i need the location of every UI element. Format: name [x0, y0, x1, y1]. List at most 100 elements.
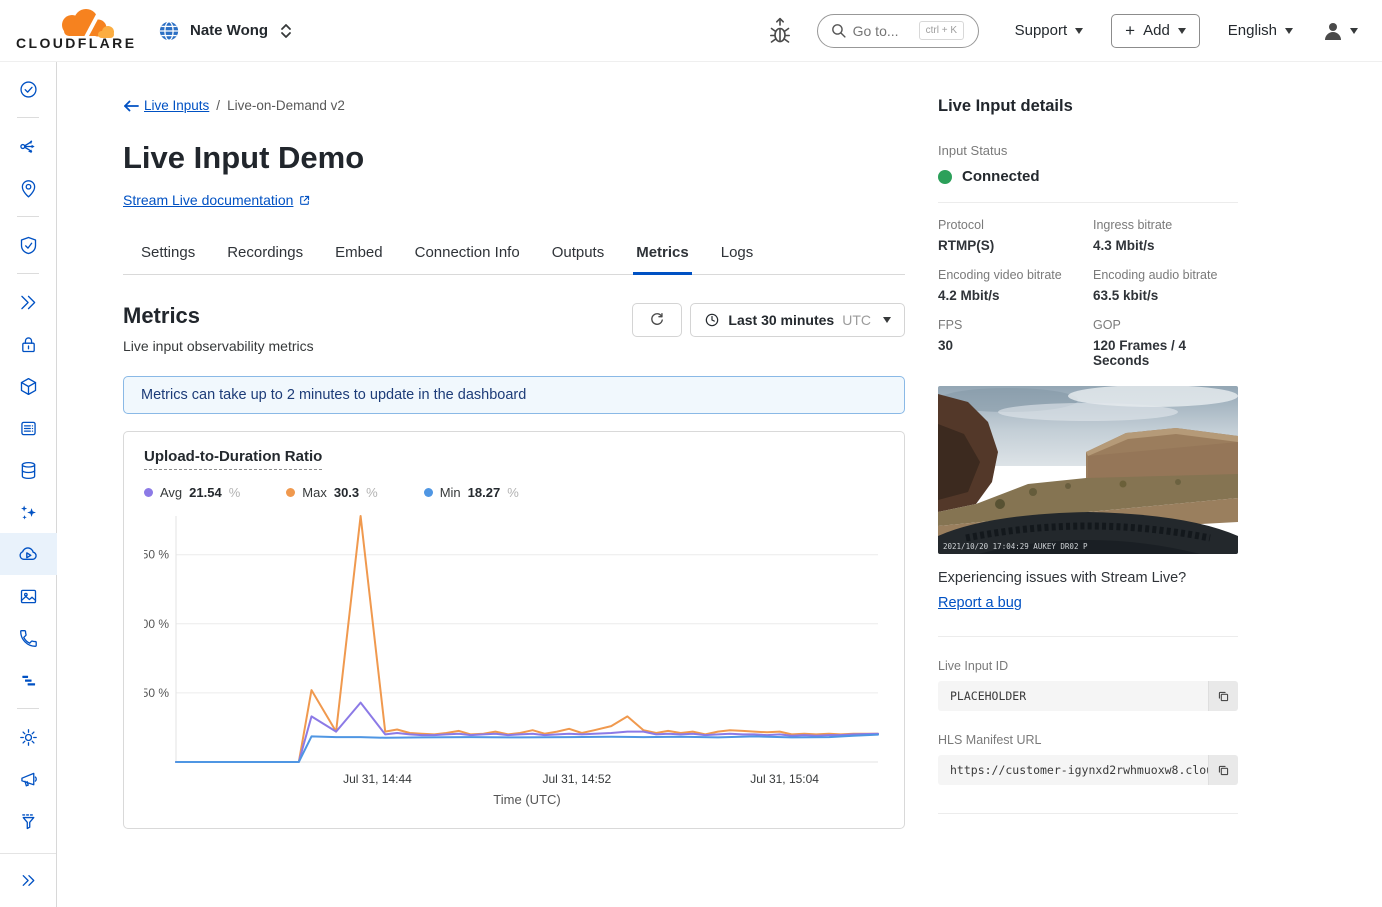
sidebar-item-ssl-lock[interactable]: [0, 323, 57, 365]
copy-icon: [1216, 763, 1231, 778]
clock-icon: [704, 312, 720, 328]
sidebar-divider: [17, 273, 39, 274]
legend-value: 18.27: [468, 485, 501, 500]
sidebar-item-announcements[interactable]: [0, 758, 57, 800]
detail-value: 4.2 Mbit/s: [938, 288, 1083, 303]
stream-docs-link[interactable]: Stream Live documentation: [123, 192, 311, 208]
details-heading: Live Input details: [938, 97, 1238, 116]
detail-label: Encoding video bitrate: [938, 268, 1083, 282]
brand-wordmark: CLOUDFLARE: [16, 35, 136, 51]
refresh-button[interactable]: [632, 303, 682, 337]
copy-input-id-button[interactable]: [1208, 681, 1238, 711]
input-status-label: Input Status: [938, 143, 1238, 158]
sidebar-item-security-shield[interactable]: [0, 224, 57, 266]
time-range-label: Last 30 minutes: [728, 312, 834, 328]
upload-ratio-line-chart[interactable]: 50 %100 %150 %Jul 31, 14:44Jul 31, 14:52…: [144, 508, 886, 810]
tab-embed[interactable]: Embed: [319, 234, 399, 274]
user-menu[interactable]: [1321, 19, 1358, 43]
sidebar-item-server-stack[interactable]: [0, 407, 57, 449]
status-dot: [938, 170, 952, 184]
sidebar-item-speed[interactable]: [0, 281, 57, 323]
legend-unit: %: [507, 485, 519, 500]
legend-item-max[interactable]: Max 30.3 %: [286, 485, 377, 500]
copy-hls-button[interactable]: [1208, 755, 1238, 785]
live-input-details-panel: Live Input details Input Status Connecte…: [938, 62, 1238, 814]
live-preview-thumbnail[interactable]: 2021/10/20 17:04:29 AUKEY DR02 P: [938, 386, 1238, 554]
tab-settings[interactable]: Settings: [125, 234, 211, 274]
top-bar: CLOUDFLARE Nate Wong ctrl +: [0, 0, 1382, 62]
external-link-icon: [298, 194, 311, 207]
sidebar-item-funnel[interactable]: [0, 800, 57, 842]
legend-dot-min: [424, 488, 433, 497]
account-switcher[interactable]: Nate Wong: [158, 20, 294, 42]
status-value: Connected: [962, 168, 1040, 185]
bug-icon: [767, 16, 793, 46]
detail-audio-bitrate: Encoding audio bitrate 63.5 kbit/s: [1093, 268, 1238, 303]
tab-logs[interactable]: Logs: [705, 234, 770, 274]
page-title: Live Input Demo: [123, 140, 905, 176]
sidebar-item-queues-bars[interactable]: [0, 659, 57, 701]
sidebar-item-workers-cube[interactable]: [0, 365, 57, 407]
sort-chevrons-icon: [278, 22, 294, 40]
detail-label: Protocol: [938, 218, 1083, 232]
report-bug-button[interactable]: [767, 16, 793, 46]
legend-value: 30.3: [334, 485, 359, 500]
search-input[interactable]: [853, 23, 913, 39]
sidebar-item-traffic[interactable]: [0, 125, 57, 167]
legend-item-min[interactable]: Min 18.27 %: [424, 485, 519, 500]
tab-connection-info[interactable]: Connection Info: [399, 234, 536, 274]
live-input-id-label: Live Input ID: [938, 659, 1238, 673]
detail-gop: GOP 120 Frames / 4 Seconds: [1093, 318, 1238, 368]
sidebar-item-geo-location[interactable]: [0, 167, 57, 209]
metrics-info-banner: Metrics can take up to 2 minutes to upda…: [123, 376, 905, 414]
banner-text: Metrics can take up to 2 minutes to upda…: [141, 387, 526, 403]
time-range-zone: UTC: [842, 312, 871, 328]
panel-divider: [938, 202, 1238, 203]
chevron-down-icon: [1350, 28, 1358, 34]
hls-manifest-value: https://customer-igynxd2rwhmuoxw8.cloudf: [938, 755, 1208, 785]
detail-label: GOP: [1093, 318, 1238, 332]
language-label: English: [1228, 22, 1277, 39]
live-input-id-value: PLACEHOLDER: [938, 681, 1208, 711]
global-search[interactable]: ctrl + K: [817, 14, 979, 48]
svg-text:Jul 31, 14:44: Jul 31, 14:44: [343, 772, 412, 786]
sidebar-item-calls[interactable]: [0, 617, 57, 659]
detail-video-bitrate: Encoding video bitrate 4.2 Mbit/s: [938, 268, 1083, 303]
sidebar-item-time-review[interactable]: [0, 68, 57, 110]
user-icon: [1321, 19, 1345, 43]
report-bug-link[interactable]: Report a bug: [938, 595, 1022, 611]
svg-text:150 %: 150 %: [144, 548, 169, 562]
sidebar-item-ai-sparkles[interactable]: [0, 491, 57, 533]
tab-bar: Settings Recordings Embed Connection Inf…: [123, 234, 905, 275]
sidebar-expand-button[interactable]: [0, 853, 56, 907]
time-range-dropdown[interactable]: Last 30 minutes UTC: [690, 303, 905, 337]
legend-value: 21.54: [189, 485, 222, 500]
cloudflare-logo[interactable]: CLOUDFLARE: [16, 6, 128, 56]
sidebar-item-images[interactable]: [0, 575, 57, 617]
breadcrumb-current: Live-on-Demand v2: [227, 98, 345, 113]
support-label: Support: [1015, 22, 1068, 39]
sidebar-item-stream[interactable]: [0, 533, 57, 575]
tab-outputs[interactable]: Outputs: [536, 234, 621, 274]
upload-ratio-chart-card: Upload-to-Duration Ratio Avg 21.54 % Max…: [123, 431, 905, 829]
live-input-id-field: PLACEHOLDER: [938, 681, 1238, 711]
tab-metrics[interactable]: Metrics: [620, 234, 705, 274]
double-chevron-right-icon: [18, 870, 39, 891]
support-menu[interactable]: Support: [1015, 22, 1084, 39]
svg-text:Jul 31, 15:04: Jul 31, 15:04: [750, 772, 819, 786]
sidebar-item-settings[interactable]: [0, 716, 57, 758]
add-button[interactable]: + Add: [1111, 14, 1200, 48]
sidebar-item-database[interactable]: [0, 449, 57, 491]
account-name: Nate Wong: [190, 22, 268, 39]
detail-label: FPS: [938, 318, 1083, 332]
tab-recordings[interactable]: Recordings: [211, 234, 319, 274]
legend-item-avg[interactable]: Avg 21.54 %: [144, 485, 240, 500]
breadcrumb-back-link[interactable]: Live Inputs: [123, 98, 209, 113]
svg-text:100 %: 100 %: [144, 617, 169, 631]
stream-docs-label: Stream Live documentation: [123, 192, 293, 208]
breadcrumb-back-label: Live Inputs: [144, 98, 209, 113]
language-menu[interactable]: English: [1228, 22, 1293, 39]
details-grid: Protocol RTMP(S) Ingress bitrate 4.3 Mbi…: [938, 218, 1238, 368]
detail-value: 4.3 Mbit/s: [1093, 238, 1238, 253]
breadcrumb-separator: /: [216, 98, 220, 113]
